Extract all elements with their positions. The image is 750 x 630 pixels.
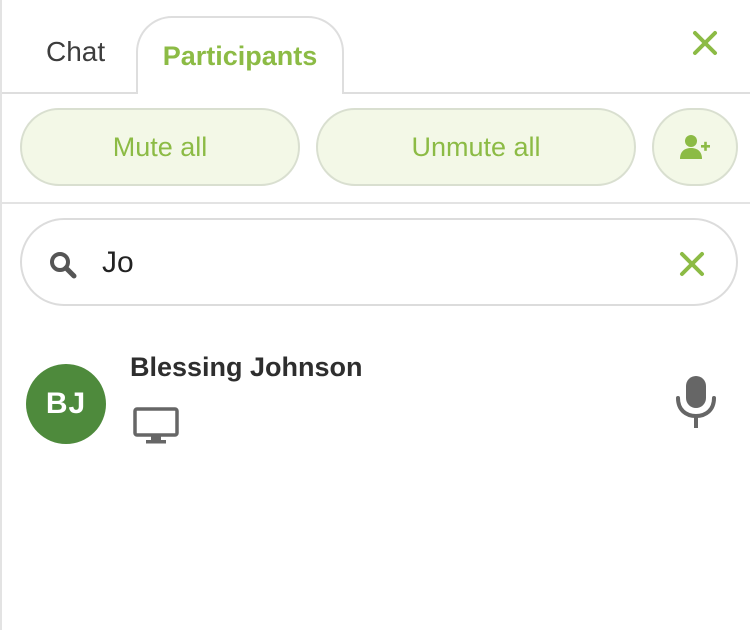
microphone-icon — [676, 376, 716, 428]
unmute-all-button[interactable]: Unmute all — [316, 108, 636, 186]
search-box[interactable] — [20, 218, 738, 306]
tab-chat[interactable]: Chat — [46, 36, 105, 68]
clear-icon — [680, 252, 704, 276]
tab-bar: Chat Participants — [2, 0, 750, 94]
mute-all-button[interactable]: Mute all — [20, 108, 300, 186]
tab-bar-divider — [2, 92, 750, 94]
close-icon — [693, 31, 717, 55]
section-divider — [2, 202, 750, 204]
close-button[interactable] — [690, 28, 720, 58]
participants-panel: Chat Participants Mute all Unmute all Jo… — [0, 0, 750, 630]
tab-participants[interactable]: Participants — [136, 16, 344, 94]
avatar: BJ — [26, 364, 106, 444]
clear-search-button[interactable] — [678, 250, 706, 278]
participant-name: Blessing Johnson — [130, 352, 363, 382]
add-user-icon — [680, 135, 710, 159]
add-participant-button[interactable] — [652, 108, 738, 186]
search-input[interactable] — [102, 240, 642, 286]
mic-button[interactable] — [674, 374, 718, 430]
desktop-icon — [133, 407, 179, 444]
participant-row[interactable]: BJ Blessing Johnson — [2, 340, 750, 460]
search-icon — [50, 252, 77, 279]
